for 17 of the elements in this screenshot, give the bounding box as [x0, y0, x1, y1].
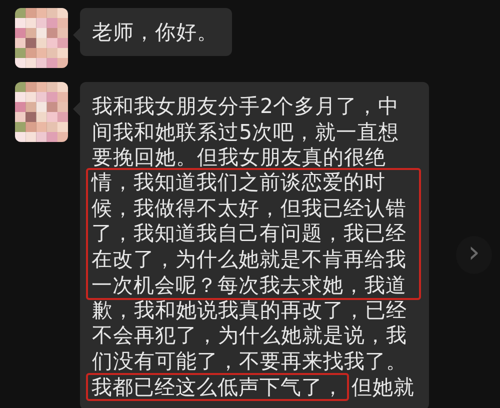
- next-button[interactable]: ›: [456, 236, 492, 274]
- highlighted-text: 我都已经这么低声下气了，: [86, 372, 348, 401]
- message-line: 了，我知道我自己有问题，我已经: [92, 221, 406, 248]
- message-line: 不会再犯了，为什么她就是说，我: [92, 323, 407, 349]
- message-text: 但她就: [352, 374, 414, 399]
- message-line: 老师，你好。: [92, 20, 218, 46]
- message-line: 候，我做得不太好，但我已经认错: [92, 196, 406, 222]
- message-line: 一次机会呢？每次我去求她，我道: [92, 272, 406, 298]
- message-line: 我和我女朋友分手2个多月了，中: [92, 94, 400, 120]
- avatar: [15, 8, 68, 68]
- message-line: 们没有可能了，不要再来找我了。: [92, 348, 407, 375]
- avatar: [15, 82, 68, 142]
- message-line: 歉，我和她说我真的再改了，已经: [92, 298, 407, 324]
- message-line: 情，我知道我们之前谈恋爱的时: [92, 170, 386, 196]
- message-line: 要挽回她。但我女朋友真的很绝: [92, 145, 386, 171]
- message-line: 在改了，为什么她就是不肯再给我: [92, 247, 406, 273]
- message-line: 间我和她联系过5次吧，就一直想: [92, 120, 400, 146]
